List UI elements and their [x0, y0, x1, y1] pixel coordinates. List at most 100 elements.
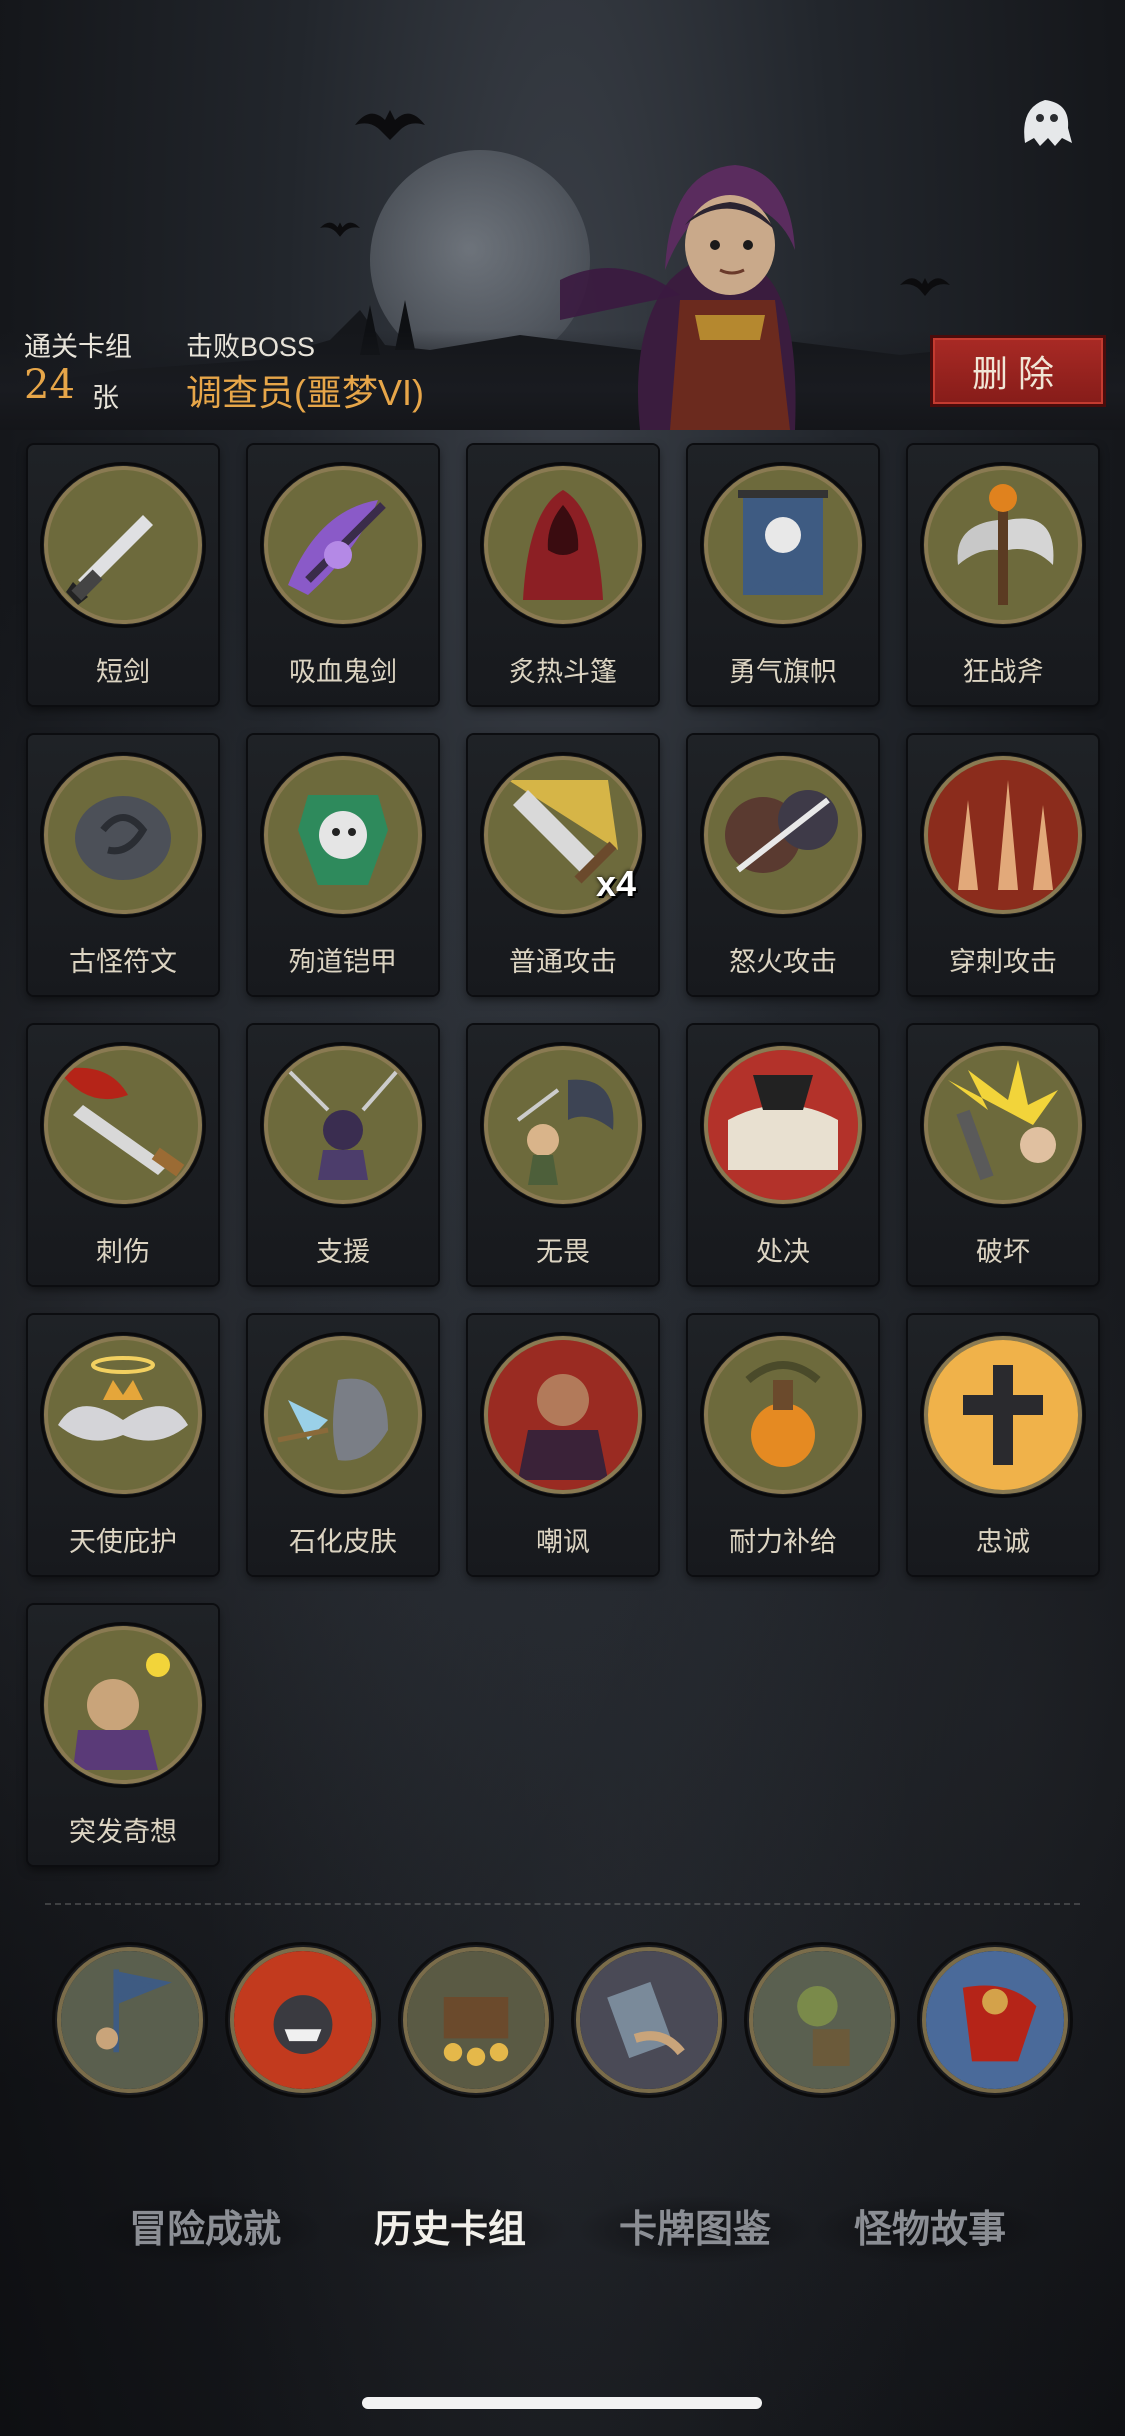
pierce-attack-icon: [924, 756, 1082, 914]
banner-icon: [704, 466, 862, 624]
card-name: 穿刺攻击: [949, 947, 1057, 977]
card-item[interactable]: 支援: [248, 1025, 438, 1285]
card-art-frame: [263, 1045, 423, 1205]
tab-adventure[interactable]: 冒险成就: [85, 2195, 325, 2265]
tab-history[interactable]: 历史卡组: [330, 2195, 570, 2265]
cleared-decks-label: 通关卡组: [24, 332, 132, 362]
collection-icon-button[interactable]: [747, 1945, 897, 2095]
divider: [45, 1903, 1080, 1905]
card-item[interactable]: 勇气旗帜: [688, 445, 878, 705]
header-banner: 通关卡组 24 张 击败BOSS 调查员(噩梦VI) 删除: [0, 0, 1125, 430]
card-art-frame: [43, 1625, 203, 1785]
card-item[interactable]: 处决: [688, 1025, 878, 1285]
card-art-frame: [263, 465, 423, 625]
card-art-frame: [43, 755, 203, 915]
card-name: 突发奇想: [69, 1817, 177, 1847]
card-art-frame: [703, 1335, 863, 1495]
destroy-icon: [924, 1046, 1082, 1204]
card-item[interactable]: 破坏: [908, 1025, 1098, 1285]
card-name: 天使庇护: [69, 1527, 177, 1557]
card-item[interactable]: 耐力补给: [688, 1315, 878, 1575]
card-name: 忠诚: [976, 1527, 1030, 1557]
card-name: 石化皮肤: [289, 1527, 397, 1557]
stamina-potion-icon: [704, 1336, 862, 1494]
caped-hero-icon: [922, 1947, 1068, 2093]
card-name: 普通攻击: [509, 947, 617, 977]
home-indicator[interactable]: [362, 2397, 762, 2409]
card-art-frame: [923, 1045, 1083, 1205]
card-name: 殉道铠甲: [289, 947, 397, 977]
card-item[interactable]: 嘲讽: [468, 1315, 658, 1575]
card-name: 处决: [756, 1237, 810, 1267]
card-item[interactable]: 天使庇护: [28, 1315, 218, 1575]
card-hand-icon: [576, 1947, 722, 2093]
card-item[interactable]: 无畏: [468, 1025, 658, 1285]
card-item[interactable]: 突发奇想: [28, 1605, 218, 1865]
card-item[interactable]: 怒火攻击: [688, 735, 878, 995]
dagger-icon: [44, 466, 202, 624]
idea-icon: [44, 1626, 202, 1784]
fearless-icon: [484, 1046, 642, 1204]
cloak-icon: [484, 466, 642, 624]
card-name: 无畏: [536, 1237, 590, 1267]
collection-icon-button[interactable]: [574, 1945, 724, 2095]
taunt-icon: [484, 1336, 642, 1494]
tab-catalog[interactable]: 卡牌图鉴: [575, 2195, 815, 2265]
angel-wings-icon: [44, 1336, 202, 1494]
card-name: 怒火攻击: [729, 947, 837, 977]
ghost-icon[interactable]: [1010, 88, 1080, 158]
card-item[interactable]: 石化皮肤: [248, 1315, 438, 1575]
card-name: 古怪符文: [69, 947, 177, 977]
card-count-badge: x4: [596, 863, 637, 904]
bat-icon: [355, 110, 425, 140]
card-art-frame: [483, 1045, 643, 1205]
tab-monster[interactable]: 怪物故事: [810, 2195, 1050, 2265]
card-name: 嘲讽: [536, 1527, 590, 1557]
collection-icon-button[interactable]: [401, 1945, 551, 2095]
treasure-chest-icon: [403, 1947, 549, 2093]
armor-icon: [264, 756, 422, 914]
card-art-frame: [263, 755, 423, 915]
card-item[interactable]: 狂战斧: [908, 445, 1098, 705]
goblin-icon: [749, 1947, 895, 2093]
hero-character: [560, 165, 796, 430]
cross-icon: [924, 1336, 1082, 1494]
card-item[interactable]: 穿刺攻击: [908, 735, 1098, 995]
card-art-frame: [923, 465, 1083, 625]
defeated-boss-label: 击败BOSS: [186, 332, 316, 362]
card-item[interactable]: 吸血鬼剑: [248, 445, 438, 705]
delete-button[interactable]: 删除: [930, 335, 1106, 407]
support-icon: [264, 1046, 422, 1204]
card-item[interactable]: 忠诚: [908, 1315, 1098, 1575]
card-item[interactable]: 殉道铠甲: [248, 735, 438, 995]
card-art-frame: [43, 1335, 203, 1495]
defeated-boss-name: 调查员(噩梦VI): [186, 372, 424, 413]
card-item[interactable]: 刺伤: [28, 1025, 218, 1285]
card-name: 耐力补给: [729, 1527, 837, 1557]
card-item[interactable]: 炙热斗篷: [468, 445, 658, 705]
card-name: 支援: [316, 1237, 370, 1267]
card-art-frame: [703, 755, 863, 915]
card-name: 炙热斗篷: [509, 657, 617, 687]
card-art-frame: [43, 465, 203, 625]
card-art-frame: [43, 1045, 203, 1205]
card-art-frame: [483, 465, 643, 625]
collection-icon-button[interactable]: [55, 1945, 205, 2095]
card-name: 刺伤: [96, 1237, 150, 1267]
card-item[interactable]: x4 普通攻击: [468, 735, 658, 995]
stone-skin-icon: [264, 1336, 422, 1494]
card-name: 勇气旗帜: [729, 657, 837, 687]
flag-bearer-icon: [57, 1947, 203, 2093]
bat-icon: [320, 222, 360, 237]
stab-icon: [44, 1046, 202, 1204]
collection-icon-button[interactable]: [920, 1945, 1070, 2095]
card-name: 短剑: [96, 657, 150, 687]
card-art-frame: [703, 1045, 863, 1205]
collection-icon-button[interactable]: [228, 1945, 378, 2095]
card-item[interactable]: 短剑: [28, 445, 218, 705]
axe-icon: [924, 466, 1082, 624]
card-item[interactable]: 古怪符文: [28, 735, 218, 995]
card-name: 狂战斧: [962, 657, 1044, 687]
card-art-frame: [923, 1335, 1083, 1495]
cleared-decks-unit: 张: [92, 383, 119, 413]
